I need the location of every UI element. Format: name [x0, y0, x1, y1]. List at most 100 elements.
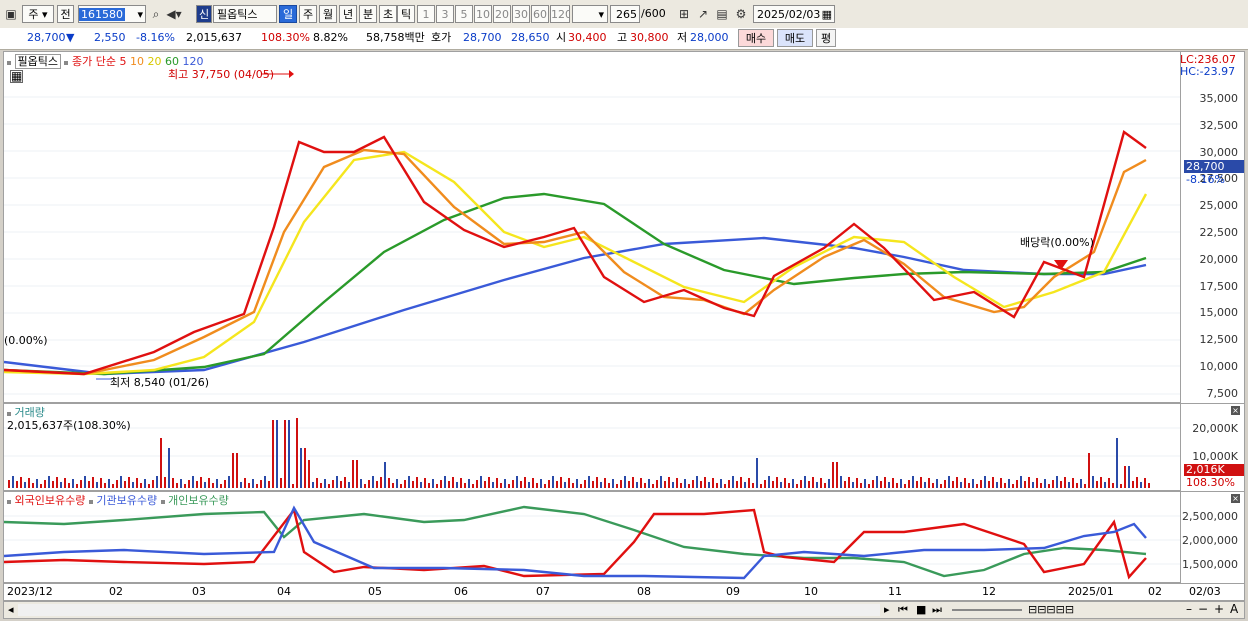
market-type-select[interactable]: 주 ▾ [22, 5, 54, 23]
volume-bar [1072, 478, 1074, 488]
period-week[interactable]: 주 [299, 5, 317, 23]
volume-bar [372, 476, 374, 488]
stop-icon[interactable]: ■ [916, 603, 926, 616]
search-icon[interactable]: ⌕ [148, 5, 164, 23]
date-input[interactable]: 2025/02/03 ▦ [753, 5, 835, 23]
price-y-label: 32,500 [1199, 118, 1239, 132]
stock-name-field[interactable]: 필옵틱스 [213, 5, 277, 23]
save-icon[interactable]: ▤ [714, 5, 730, 23]
volume-bar [444, 476, 446, 488]
chart-scrollbar[interactable]: ◂ ▸ ⏮ ■ ⏭ ⊟⊟⊟⊟⊟ – − + A [3, 601, 1245, 619]
volume-bar [432, 479, 434, 488]
close-icon[interactable]: × [1231, 406, 1240, 415]
legend-institution[interactable]: 기관보유수량 [96, 494, 157, 507]
volume-bar [980, 480, 982, 488]
period-minute[interactable]: 분 [359, 5, 377, 23]
scroll-track[interactable] [18, 604, 880, 616]
legend-ma20[interactable]: 20 [147, 55, 161, 68]
rewind-icon[interactable]: ⏮ [898, 603, 908, 617]
volume-bar [544, 484, 546, 488]
buy-button[interactable]: 매수 [738, 29, 774, 47]
volume-bar [284, 420, 286, 488]
period-year[interactable]: 년 [339, 5, 357, 23]
draw-line-icon[interactable]: ↗ [695, 5, 711, 23]
gear-icon[interactable]: ⚙ [733, 5, 749, 23]
legend-ma10[interactable]: 10 [130, 55, 144, 68]
period-tick[interactable]: 틱 [397, 5, 415, 23]
legend-foreign[interactable]: 외국인보유수량 [15, 494, 86, 507]
volume-bar [568, 478, 570, 488]
price-change: 2,550 [94, 31, 126, 44]
scroll-right-icon[interactable]: ▸ [884, 603, 890, 616]
plus-icon[interactable]: + [1214, 602, 1224, 616]
panel-layout-icon[interactable]: ⊟⊟⊟⊟⊟ [1028, 603, 1074, 616]
speaker-icon[interactable]: ◀▾ [166, 5, 182, 23]
fast-forward-icon[interactable]: ⏭ [932, 603, 942, 617]
minus-icon[interactable]: − [1198, 602, 1208, 616]
window-icon[interactable]: ▣ [3, 5, 19, 23]
legend-individual[interactable]: 개인보유수량 [168, 494, 229, 507]
period-month[interactable]: 월 [319, 5, 337, 23]
interval-3[interactable]: 3 [436, 5, 454, 23]
volume-bar [416, 477, 418, 488]
interval-10[interactable]: 10 [474, 5, 492, 23]
volume-bar [304, 448, 306, 488]
x-axis-label: 2023/12 [7, 585, 53, 598]
interval-30[interactable]: 30 [512, 5, 530, 23]
volume-bar [52, 481, 54, 488]
volume-bar [476, 480, 478, 488]
volume-bar [860, 483, 862, 488]
price-chart[interactable] [4, 52, 1180, 402]
legend-stock-name[interactable]: 필옵틱스 [14, 54, 61, 69]
volume-bar [604, 478, 606, 488]
period-second[interactable]: 초 [379, 5, 397, 23]
interval-20[interactable]: 20 [493, 5, 511, 23]
volume-bar [828, 479, 830, 488]
count-input[interactable]: 265 [610, 5, 640, 23]
crosshair-icon[interactable]: ⊞ [676, 5, 692, 23]
volume-bar [624, 476, 626, 488]
volume-bar [844, 481, 846, 488]
legend-ma5[interactable]: 종가 단순 5 [72, 55, 126, 68]
calendar-icon[interactable]: ▦ [822, 6, 832, 22]
average-button[interactable]: 평 [816, 29, 836, 47]
chevron-down-icon[interactable]: ▾ [137, 6, 143, 22]
volume-bar [1024, 481, 1026, 488]
volume-bar [976, 484, 978, 488]
volume-bar [452, 477, 454, 488]
volume-bar [908, 480, 910, 488]
grid-icon[interactable]: ▦ [10, 70, 23, 83]
volume-bar [1120, 484, 1122, 488]
volume-bar [60, 482, 62, 488]
volume-bar [232, 453, 234, 488]
zoom-out-icon[interactable]: – [1186, 602, 1192, 616]
interval-dropdown[interactable]: ▾ [572, 5, 608, 23]
volume-bar [500, 483, 502, 488]
volume-bar [124, 481, 126, 488]
volume-axis: × 20,000K 10,000K 2,016K 108.30% [1181, 403, 1245, 491]
volume-bar [264, 476, 266, 488]
zoom-slider[interactable] [952, 609, 1022, 611]
volume-bar [36, 479, 38, 488]
period-day[interactable]: 일 [279, 5, 297, 23]
auto-scale-icon[interactable]: A [1230, 602, 1238, 616]
x-axis-label: 10 [804, 585, 818, 598]
interval-60[interactable]: 60 [531, 5, 549, 23]
holdings-panel: 외국인보유수량 기관보유수량 개인보유수량 [3, 491, 1181, 583]
interval-120[interactable]: 120 [550, 5, 570, 23]
volume-chart[interactable] [4, 404, 1180, 490]
close-icon[interactable]: × [1231, 494, 1240, 503]
interval-1[interactable]: 1 [417, 5, 435, 23]
stock-code-input[interactable]: 161580 ▾ [78, 5, 146, 23]
sell-button[interactable]: 매도 [777, 29, 813, 47]
scroll-left-icon[interactable]: ◂ [8, 603, 14, 616]
volume-bar [1136, 477, 1138, 488]
interval-5[interactable]: 5 [455, 5, 473, 23]
volume-bar [376, 481, 378, 488]
volume-bar [352, 460, 354, 488]
volume-bar [560, 477, 562, 488]
all-toggle[interactable]: 전 [57, 5, 74, 23]
volume-bar [864, 479, 866, 488]
volume-bar [1032, 482, 1034, 488]
volume-bar [276, 420, 278, 488]
